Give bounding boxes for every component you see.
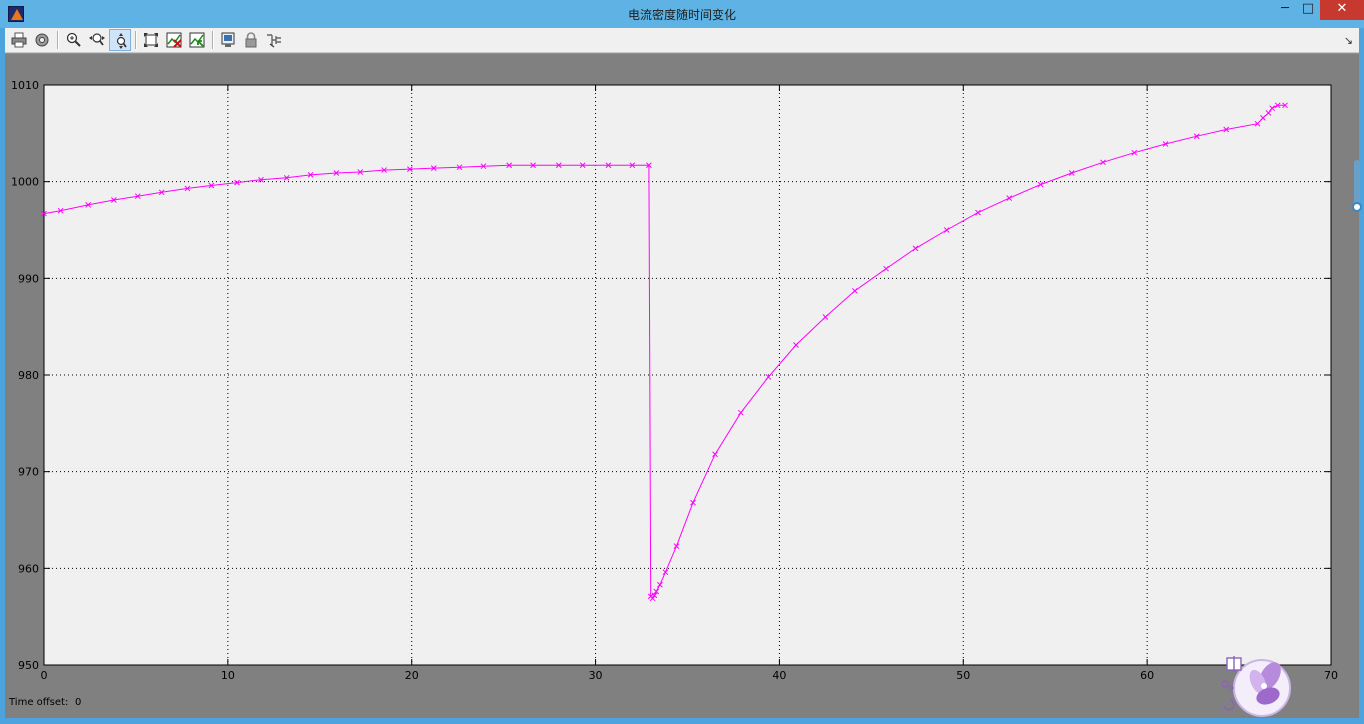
window-title: 电流密度随时间变化: [627, 8, 736, 22]
parameters-button[interactable]: [31, 29, 53, 51]
plot-background: [43, 84, 1332, 666]
y-tick-label: 980: [18, 369, 39, 382]
x-tick-label: 0: [41, 669, 48, 682]
x-tick-label: 40: [772, 669, 786, 682]
toolbar-separator: [135, 31, 137, 49]
lock-axes-icon: [245, 32, 257, 48]
zoom-y-button[interactable]: [109, 29, 131, 51]
floating-scope-icon: [221, 32, 235, 47]
ime-floating-widget[interactable]: [1218, 652, 1296, 720]
lock-axes-button[interactable]: [240, 29, 262, 51]
x-tick-label: 20: [405, 669, 419, 682]
toolbar-separator: [57, 31, 59, 49]
close-button[interactable]: ✕: [1320, 0, 1364, 20]
zoom-in-icon: [66, 32, 81, 47]
scope-figure: 0 10 20 30 40 50 60 70 950 960 970 980 990 1000 1010: [5, 54, 1359, 718]
scope-axes[interactable]: 0 10 20 30 40 50 60 70 950 960 970 980 990 1000 1010: [5, 54, 1359, 718]
zoom-x-button[interactable]: [86, 29, 108, 51]
x-tick-label: 10: [221, 669, 235, 682]
maximize-button[interactable]: □: [1298, 0, 1318, 20]
title-bar: 电流密度随时间变化 ─ □ ✕: [0, 0, 1364, 28]
restore-axes-settings-button[interactable]: [186, 29, 208, 51]
save-axes-settings-icon: [166, 32, 182, 48]
signal-selection-icon: [267, 34, 281, 48]
x-tick-label: 30: [589, 669, 603, 682]
print-icon: [11, 32, 27, 48]
time-offset-label: Time offset:: [9, 697, 69, 708]
x-tick-label: 60: [1140, 669, 1154, 682]
dock-arrow-button[interactable]: ↘: [1344, 34, 1353, 47]
time-offset-value: 0: [75, 697, 82, 708]
y-tick-label: 1000: [11, 176, 39, 189]
zoom-x-icon: [89, 33, 105, 46]
y-tick-label: 990: [18, 272, 39, 285]
print-button[interactable]: [8, 29, 30, 51]
save-axes-settings-button[interactable]: [163, 29, 185, 51]
x-tick-label: 50: [956, 669, 970, 682]
autoscale-button[interactable]: [140, 29, 162, 51]
y-tick-label: 950: [18, 659, 39, 672]
signal-selection-button[interactable]: [263, 29, 285, 51]
side-slider-handle[interactable]: [1352, 202, 1362, 212]
scope-toolbar: ↘: [5, 28, 1359, 53]
y-tick-label: 960: [18, 562, 39, 575]
zoom-in-button[interactable]: [63, 29, 85, 51]
ime-flower-icon: [1221, 656, 1291, 717]
y-tick-label: 1010: [11, 79, 39, 92]
parameters-gear-icon: [35, 33, 49, 47]
minimize-button[interactable]: ─: [1275, 0, 1295, 20]
floating-scope-button[interactable]: [217, 29, 239, 51]
autoscale-icon: [144, 33, 158, 47]
y-tick-label: 970: [18, 466, 39, 479]
restore-axes-settings-icon: [189, 32, 205, 48]
toolbar-separator: [212, 31, 214, 49]
zoom-y-icon: [116, 33, 127, 49]
x-tick-label: 70: [1324, 669, 1338, 682]
